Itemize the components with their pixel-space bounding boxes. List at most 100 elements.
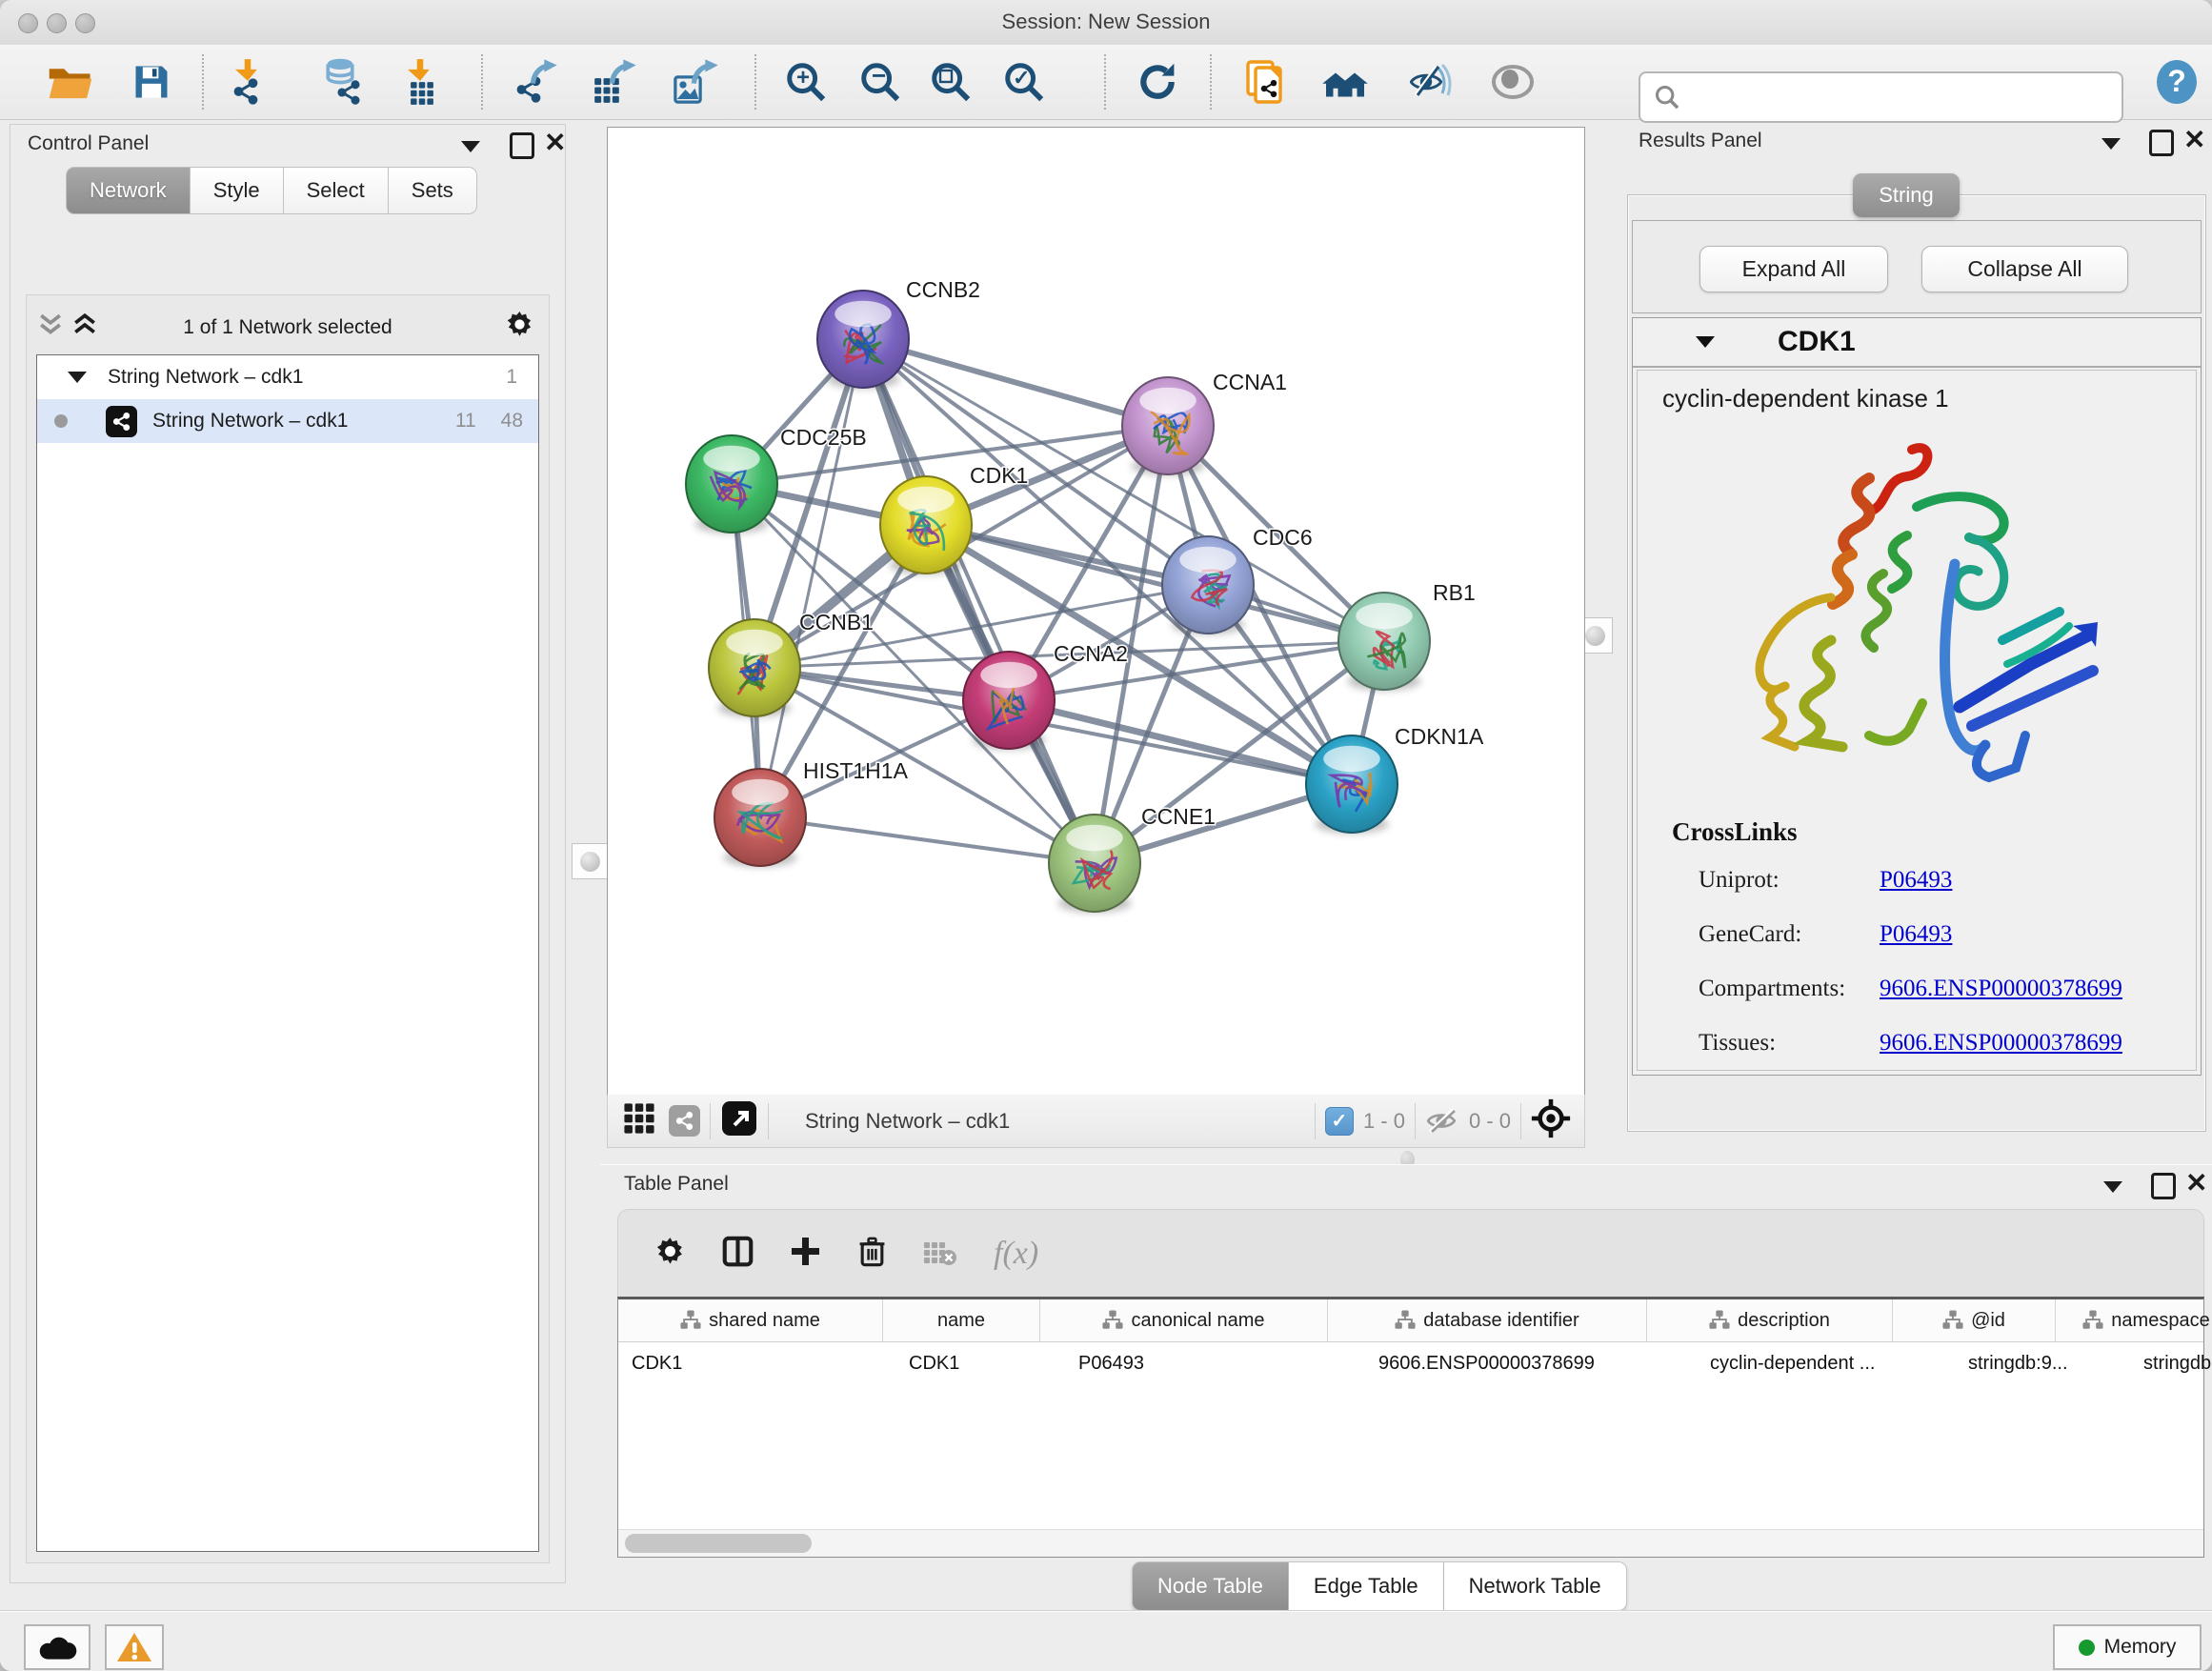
network-app-badge[interactable]	[669, 1105, 700, 1137]
save-session-button[interactable]	[128, 58, 175, 106]
collection-expander-icon[interactable]	[68, 372, 87, 383]
crosslink-value-link[interactable]: 9606.ENSP00000378699	[1880, 1030, 2122, 1057]
column-header-namespace[interactable]: namespace	[2056, 1299, 2212, 1341]
node-CCNB1[interactable]	[709, 619, 800, 717]
hidden-eye-icon[interactable]	[1425, 1109, 1459, 1134]
network-graph[interactable]: CCNB2CCNA1CDC25BCDK1CDC6RB1CCNB1CCNA2CDK…	[608, 128, 1584, 1095]
table-horizontal-scrollbar[interactable]	[618, 1529, 2203, 1557]
table-cell[interactable]: stringdb:9...	[1955, 1342, 2130, 1384]
control-panel-float-button[interactable]	[510, 132, 534, 164]
table-cell[interactable]: CDK1	[618, 1342, 895, 1384]
tab-node-table[interactable]: Node Table	[1132, 1561, 1289, 1611]
zoom-out-button[interactable]: −	[856, 58, 904, 106]
help-button[interactable]: ?	[2153, 58, 2201, 106]
node-HIST1H1A[interactable]	[714, 769, 806, 867]
import-network-from-database-button[interactable]	[320, 58, 368, 106]
column-header-canonical-name[interactable]: canonical name	[1040, 1299, 1328, 1341]
export-table-button[interactable]	[590, 58, 637, 106]
node-CCNE1[interactable]	[1049, 815, 1140, 913]
gene-expander-icon[interactable]	[1696, 336, 1715, 348]
import-table-button[interactable]	[398, 58, 446, 106]
table-options-gear-button[interactable]	[654, 1236, 686, 1272]
table-cell[interactable]: stringdb	[2130, 1342, 2212, 1384]
show-columns-button[interactable]	[722, 1236, 754, 1272]
tab-edge-table[interactable]: Edge Table	[1289, 1561, 1444, 1611]
hide-selected-button[interactable]	[1408, 58, 1456, 106]
control-panel-collapse-button[interactable]	[461, 140, 480, 157]
export-image-icon	[672, 58, 719, 106]
node-CDC25B[interactable]	[686, 435, 777, 534]
delete-table-button[interactable]	[923, 1238, 957, 1271]
fit-selected-button[interactable]	[1531, 1098, 1571, 1143]
edge-HIST1H1A-CCNE1[interactable]	[760, 817, 1095, 863]
selected-nodes-checkbox[interactable]: ✓	[1325, 1107, 1354, 1136]
node-RB1[interactable]	[1338, 593, 1430, 691]
export-image-button[interactable]	[672, 58, 719, 106]
results-panel-collapse-button[interactable]	[2101, 137, 2121, 154]
zoom-fit-button[interactable]	[927, 58, 975, 106]
delete-column-button[interactable]	[857, 1236, 887, 1272]
network-row[interactable]: String Network – cdk1 11 48	[37, 399, 538, 443]
edge-CCNB2-HIST1H1A[interactable]	[760, 339, 863, 817]
birds-eye-view-button[interactable]	[623, 1102, 655, 1139]
table-panel-collapse-button[interactable]	[2103, 1180, 2122, 1198]
export-network-button[interactable]	[513, 58, 560, 106]
tab-network-table[interactable]: Network Table	[1444, 1561, 1627, 1611]
expand-all-button[interactable]: Expand All	[1699, 246, 1888, 292]
table-row[interactable]: CDK1CDK1P064939606.ENSP00000378699cyclin…	[618, 1342, 2203, 1384]
crosslink-value-link[interactable]: P06493	[1880, 921, 1952, 948]
create-column-button[interactable]	[790, 1236, 821, 1272]
detach-view-button[interactable]	[720, 1099, 758, 1142]
zoom-in-button[interactable]: +	[782, 58, 830, 106]
node-CCNA1[interactable]	[1122, 377, 1214, 475]
import-network-button[interactable]	[228, 58, 275, 106]
edge-CCNB2-CCNE1[interactable]	[863, 339, 1095, 863]
tab-network[interactable]: Network	[66, 167, 191, 214]
node-CCNA2[interactable]	[963, 652, 1055, 750]
results-panel-float-button[interactable]	[2149, 130, 2174, 161]
cloud-status-button[interactable]	[24, 1624, 90, 1670]
network-collection-row[interactable]: String Network – cdk1 1	[37, 355, 538, 399]
plus-icon	[790, 1236, 821, 1267]
network-options-gear-button[interactable]	[505, 310, 534, 344]
tab-string[interactable]: String	[1853, 173, 1960, 217]
column-header-description[interactable]: description	[1647, 1299, 1893, 1341]
duplicate-network-button[interactable]	[1242, 58, 1290, 106]
column-header-database-identifier[interactable]: database identifier	[1328, 1299, 1647, 1341]
results-panel-close-button[interactable]: ✕	[2183, 130, 2205, 151]
control-panel-close-button[interactable]: ✕	[544, 132, 566, 153]
tab-style[interactable]: Style	[191, 167, 284, 214]
table-panel-float-button[interactable]	[2151, 1173, 2176, 1204]
collapse-all-button[interactable]: Collapse All	[1921, 246, 2128, 292]
table-panel-close-button[interactable]: ✕	[2185, 1173, 2207, 1194]
node-CCNB2[interactable]	[817, 291, 909, 389]
column-header--id[interactable]: @id	[1893, 1299, 2056, 1341]
warnings-button[interactable]	[105, 1624, 164, 1670]
node-CDK1[interactable]	[880, 476, 972, 574]
network-canvas[interactable]: CCNB2CCNA1CDC25BCDK1CDC6RB1CCNB1CCNA2CDK…	[607, 127, 1585, 1096]
scrollbar-thumb[interactable]	[625, 1534, 812, 1553]
show-all-button[interactable]	[1489, 58, 1537, 106]
table-cell[interactable]: CDK1	[895, 1342, 1065, 1384]
column-header-shared-name[interactable]: shared name	[618, 1299, 883, 1341]
function-builder-button[interactable]: f(x)	[994, 1236, 1038, 1272]
crosslink-value-link[interactable]: P06493	[1880, 867, 1952, 894]
table-cell[interactable]: 9606.ENSP00000378699	[1365, 1342, 1697, 1384]
gene-header-row[interactable]: CDK1	[1633, 318, 2201, 368]
first-neighbors-button[interactable]	[1321, 58, 1369, 106]
table-cell[interactable]: cyclin-dependent ...	[1697, 1342, 1955, 1384]
zoom-selected-button[interactable]: ✓	[1000, 58, 1048, 106]
column-header-name[interactable]: name	[883, 1299, 1040, 1341]
node-CDC6[interactable]	[1162, 536, 1254, 634]
tab-select[interactable]: Select	[284, 167, 389, 214]
search-input[interactable]	[1688, 84, 2122, 111]
crosslink-value-link[interactable]: 9606.ENSP00000378699	[1880, 976, 2122, 1002]
open-session-button[interactable]	[47, 58, 94, 106]
crosslink-row: Uniprot:P06493	[1638, 853, 2196, 907]
tab-sets[interactable]: Sets	[389, 167, 477, 214]
memory-button[interactable]: Memory	[2053, 1624, 2202, 1670]
apply-layout-button[interactable]	[1134, 58, 1181, 106]
table-cell[interactable]: P06493	[1065, 1342, 1365, 1384]
left-splitter-grip[interactable]	[572, 843, 608, 879]
node-CDKN1A[interactable]	[1306, 735, 1398, 834]
